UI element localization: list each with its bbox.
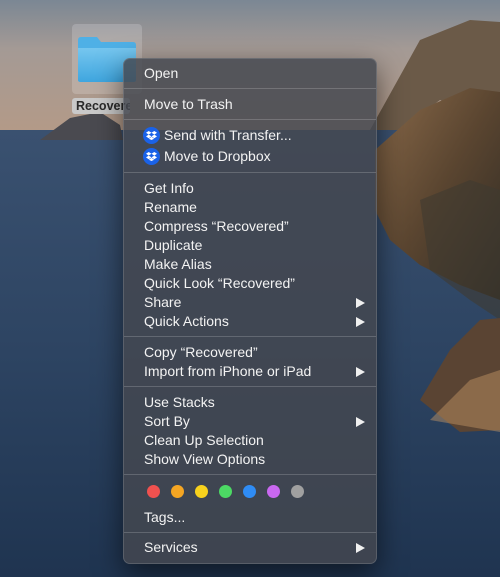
menu-item-compress[interactable]: Compress “Recovered” (124, 217, 376, 236)
menu-separator (124, 386, 376, 387)
menu-item-share[interactable]: Share (124, 293, 376, 312)
menu-item-label: Use Stacks (144, 394, 215, 410)
menu-item-label: Share (144, 294, 182, 310)
tag-dot-purple[interactable] (267, 485, 280, 498)
desktop-background: Recovered Open Move to Trash Send with T… (0, 0, 500, 577)
menu-item-label: Make Alias (144, 256, 212, 272)
menu-item-label: Quick Look “Recovered” (144, 275, 295, 291)
menu-item-send-with-transfer[interactable]: Send with Transfer... (124, 126, 376, 145)
chevron-right-icon (356, 298, 365, 308)
chevron-right-icon (356, 543, 365, 553)
menu-item-label: Show View Options (144, 451, 266, 467)
menu-item-copy[interactable]: Copy “Recovered” (124, 343, 376, 362)
chevron-right-icon (356, 417, 365, 427)
folder-label[interactable]: Recovered (72, 98, 130, 114)
menu-separator (124, 88, 376, 89)
menu-item-sort-by[interactable]: Sort By (124, 412, 376, 431)
menu-item-label: Clean Up Selection (144, 432, 264, 448)
menu-item-label: Quick Actions (144, 313, 229, 329)
dropbox-icon (143, 127, 160, 144)
menu-item-import-from-iphone[interactable]: Import from iPhone or iPad (124, 362, 376, 381)
tag-dot-red[interactable] (147, 485, 160, 498)
menu-item-make-alias[interactable]: Make Alias (124, 255, 376, 274)
menu-separator (124, 336, 376, 337)
menu-item-tags[interactable]: Tags... (124, 508, 376, 527)
menu-item-quick-actions[interactable]: Quick Actions (124, 312, 376, 331)
menu-item-services[interactable]: Services (124, 538, 376, 557)
menu-item-label: Rename (144, 199, 197, 215)
menu-separator (124, 532, 376, 533)
menu-item-label: Move to Dropbox (164, 148, 271, 164)
chevron-right-icon (356, 317, 365, 327)
menu-item-duplicate[interactable]: Duplicate (124, 236, 376, 255)
menu-item-move-to-dropbox[interactable]: Move to Dropbox (124, 147, 376, 166)
menu-item-label: Compress “Recovered” (144, 218, 289, 234)
menu-item-label: Open (144, 65, 179, 81)
menu-item-label: Tags... (144, 509, 186, 525)
tag-dot-yellow[interactable] (195, 485, 208, 498)
menu-item-show-view-options[interactable]: Show View Options (124, 450, 376, 469)
menu-item-label: Move to Trash (144, 96, 233, 112)
menu-item-label: Import from iPhone or iPad (144, 363, 312, 379)
menu-item-label: Copy “Recovered” (144, 344, 258, 360)
tag-dot-orange[interactable] (171, 485, 184, 498)
menu-item-open[interactable]: Open (124, 64, 376, 83)
tag-dot-green[interactable] (219, 485, 232, 498)
menu-separator (124, 172, 376, 173)
menu-item-quick-look[interactable]: Quick Look “Recovered” (124, 274, 376, 293)
chevron-right-icon (356, 367, 365, 377)
menu-separator (124, 119, 376, 120)
tag-color-row (144, 484, 314, 500)
menu-item-label: Sort By (144, 413, 190, 429)
menu-item-get-info[interactable]: Get Info (124, 179, 376, 198)
menu-separator (124, 474, 376, 475)
tag-dot-blue[interactable] (243, 485, 256, 498)
tag-dot-gray[interactable] (291, 485, 304, 498)
menu-item-move-to-trash[interactable]: Move to Trash (124, 95, 376, 114)
dropbox-icon (143, 148, 160, 165)
menu-item-label: Services (144, 539, 198, 555)
menu-item-use-stacks[interactable]: Use Stacks (124, 393, 376, 412)
menu-item-clean-up-selection[interactable]: Clean Up Selection (124, 431, 376, 450)
context-menu: Open Move to Trash Send with Transfer...… (123, 58, 377, 564)
menu-item-label: Send with Transfer... (164, 127, 292, 143)
menu-item-rename[interactable]: Rename (124, 198, 376, 217)
menu-item-label: Get Info (144, 180, 194, 196)
menu-item-label: Duplicate (144, 237, 203, 253)
